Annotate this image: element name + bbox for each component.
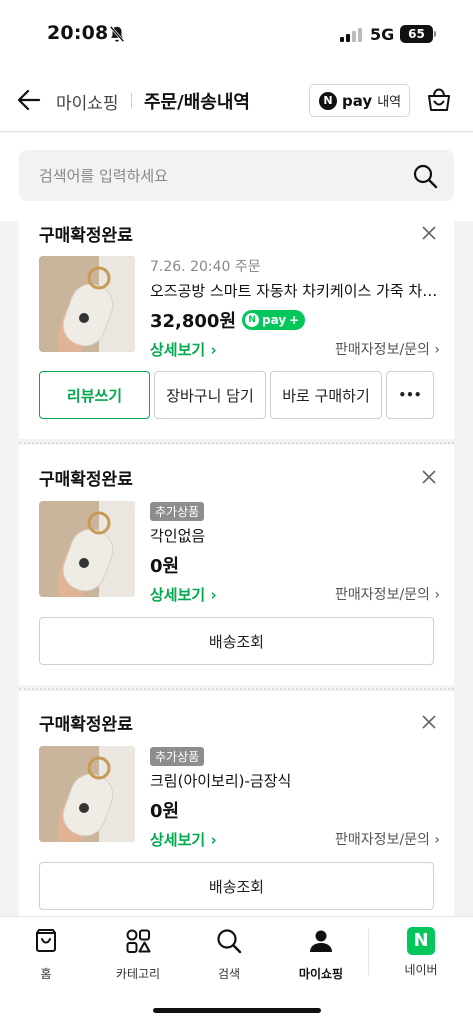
battery-icon: 65 [400, 25, 436, 43]
nav-home-label: 홈 [40, 967, 52, 981]
seller-label: 판매자정보/문의 [335, 587, 430, 603]
shopping-bag-icon[interactable] [425, 86, 453, 114]
npay-n-icon: N [245, 313, 260, 327]
profile-icon [310, 930, 332, 952]
npay-logo-icon: N [319, 91, 337, 110]
naver-icon: N [407, 927, 435, 955]
detail-link[interactable]: 상세보기 › [150, 339, 217, 360]
seller-label: 판매자정보/문의 [335, 832, 430, 848]
back-arrow-icon[interactable] [16, 87, 42, 113]
chevron-right-icon: › [434, 832, 440, 848]
buy-now-button[interactable]: 바로 구매하기 [270, 371, 382, 419]
track-delivery-button[interactable]: 배송조회 [39, 617, 434, 665]
order-card: 구매확정완료 추가상품 크림(아이보리)-금장식 0원 상세보기 › 판매자정보… [19, 691, 454, 916]
npay-history-label: 내역 [377, 95, 402, 110]
extra-item-tag: 추가상품 [150, 502, 205, 521]
seller-label: 판매자정보/문의 [335, 342, 430, 358]
nav-search-label: 검색 [217, 967, 241, 981]
review-button[interactable]: 리뷰쓰기 [39, 371, 150, 419]
product-info: 추가상품 각인없음 0원 상세보기 › 판매자정보/문의 › [150, 501, 440, 605]
product-thumbnail[interactable] [39, 256, 135, 352]
product-name[interactable]: 각인없음 [150, 525, 440, 546]
nav-myshopping-label: 마이쇼핑 [298, 967, 344, 981]
npay-badge: N pay + [242, 310, 306, 330]
chevron-right-icon: › [210, 586, 217, 604]
chevron-right-icon: › [210, 341, 217, 359]
card-divider [19, 688, 454, 690]
track-delivery-button[interactable]: 배송조회 [39, 862, 434, 910]
more-options-button[interactable]: ••• [386, 371, 434, 419]
product-price: 0원 [150, 801, 180, 822]
close-icon[interactable] [422, 470, 436, 484]
detail-link[interactable]: 상세보기 › [150, 584, 217, 605]
breadcrumb-separator [131, 93, 132, 108]
network-label: 5G [370, 25, 395, 44]
card-divider [19, 442, 454, 444]
detail-label: 상세보기 [150, 831, 206, 849]
add-to-cart-button[interactable]: 장바구니 담기 [154, 371, 266, 419]
nav-category-label: 카테고리 [115, 967, 161, 981]
nav-home[interactable]: 홈 [1, 927, 91, 982]
home-indicator [153, 1008, 321, 1013]
npay-pay-label: pay [342, 91, 373, 110]
close-icon[interactable] [422, 715, 436, 729]
search-icon [217, 929, 242, 954]
product-price: 32,800원 [150, 311, 237, 332]
status-bar: 20:08 5G 65 [0, 0, 473, 70]
chevron-right-icon: › [210, 831, 217, 849]
status-time: 20:08 [47, 22, 109, 44]
breadcrumb-myshopping[interactable]: 마이쇼핑 [56, 89, 119, 114]
nav-separator [368, 929, 369, 975]
page-title: 주문/배송내역 [144, 92, 250, 113]
nav-naver-label: 네이버 [404, 963, 438, 977]
product-thumbnail[interactable] [39, 746, 135, 842]
search-input[interactable]: 검색어를 입력하세요 [19, 150, 454, 201]
detail-label: 상세보기 [150, 341, 206, 359]
product-name[interactable]: 오즈공방 스마트 자동차 차키케이스 가죽 차키 커버 [150, 280, 440, 301]
product-price: 0원 [150, 556, 180, 577]
seller-info-link[interactable]: 판매자정보/문의 › [335, 339, 440, 360]
seller-info-link[interactable]: 판매자정보/문의 › [335, 829, 440, 850]
order-status: 구매확정완료 [39, 470, 133, 490]
nav-search[interactable]: 검색 [184, 927, 274, 982]
order-status: 구매확정완료 [39, 715, 133, 735]
product-info: 7.26. 20:40 주문 오즈공방 스마트 자동차 차키케이스 가죽 차키 … [150, 256, 440, 360]
chevron-right-icon: › [434, 587, 440, 603]
seller-info-link[interactable]: 판매자정보/문의 › [335, 584, 440, 605]
detail-label: 상세보기 [150, 586, 206, 604]
product-info: 추가상품 크림(아이보리)-금장식 0원 상세보기 › 판매자정보/문의 › [150, 746, 440, 850]
nav-myshopping[interactable]: 마이쇼핑 [276, 927, 366, 982]
extra-item-tag: 추가상품 [150, 747, 205, 766]
search-section: 검색어를 입력하세요 [0, 133, 473, 221]
chevron-right-icon: › [434, 342, 440, 358]
category-icon [126, 929, 151, 953]
bell-muted-icon [109, 25, 125, 43]
plus-icon: + [289, 313, 300, 327]
nav-naver[interactable]: N 네이버 [376, 927, 466, 978]
npay-history-button[interactable]: N pay 내역 [309, 84, 410, 117]
order-date: 7.26. 20:40 주문 [150, 259, 261, 275]
close-icon[interactable] [422, 226, 436, 240]
product-name[interactable]: 크림(아이보리)-금장식 [150, 770, 440, 791]
detail-link[interactable]: 상세보기 › [150, 829, 217, 850]
page-header: 마이쇼핑 주문/배송내역 N pay 내역 [0, 70, 473, 132]
search-icon[interactable] [412, 163, 438, 189]
order-card: 구매확정완료 7.26. 20:40 주문 오즈공방 스마트 자동차 차키케이스… [19, 221, 454, 439]
order-card: 구매확정완료 추가상품 각인없음 0원 상세보기 › 판매자정보/문의 › 배송… [19, 445, 454, 685]
product-thumbnail[interactable] [39, 501, 135, 597]
search-placeholder: 검색어를 입력하세요 [39, 167, 168, 185]
nav-category[interactable]: 카테고리 [93, 927, 183, 982]
order-status: 구매확정완료 [39, 226, 133, 246]
npay-badge-label: pay [262, 313, 287, 327]
signal-icon [340, 28, 362, 42]
home-icon [36, 929, 56, 952]
